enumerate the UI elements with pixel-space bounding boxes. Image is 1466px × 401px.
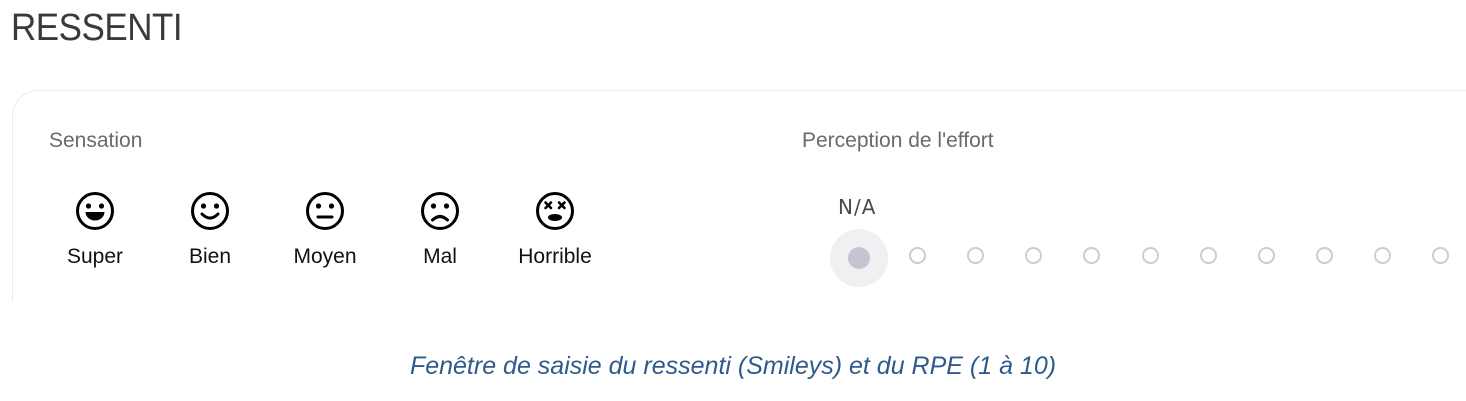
grin-face-icon <box>76 192 114 230</box>
dizzy-face-icon <box>536 192 574 230</box>
rpe-option-na[interactable] <box>830 229 888 287</box>
rpe-option-4[interactable] <box>1083 247 1100 264</box>
mood-moyen-button[interactable]: Moyen <box>270 190 380 270</box>
mood-label: Super <box>66 245 124 268</box>
frown-face-icon <box>421 192 459 230</box>
rpe-na-label: N/A <box>838 195 877 219</box>
rpe-option-6[interactable] <box>1200 247 1217 264</box>
mood-label: Mal <box>423 245 457 268</box>
rpe-option-9[interactable] <box>1374 247 1391 264</box>
selected-dot <box>848 247 870 269</box>
effort-label: Perception de l'effort <box>802 129 994 152</box>
mood-super-button[interactable]: Super <box>40 190 150 270</box>
mood-horrible-button[interactable]: Horrible <box>500 190 610 270</box>
mood-label: Horrible <box>518 245 592 268</box>
mood-mal-button[interactable]: Mal <box>385 190 495 270</box>
neutral-face-icon <box>306 192 344 230</box>
rpe-option-3[interactable] <box>1025 247 1042 264</box>
rpe-option-2[interactable] <box>967 247 984 264</box>
mood-label: Moyen <box>293 245 357 268</box>
rpe-option-1[interactable] <box>909 247 926 264</box>
rpe-option-5[interactable] <box>1142 247 1159 264</box>
sensation-label: Sensation <box>49 129 143 152</box>
smile-face-icon <box>191 192 229 230</box>
figure-caption: Fenêtre de saisie du ressenti (Smileys) … <box>409 352 1057 380</box>
rpe-option-7[interactable] <box>1258 247 1275 264</box>
mood-label: Bien <box>188 245 232 268</box>
page-title: RESSENTI <box>11 7 183 49</box>
rpe-option-8[interactable] <box>1316 247 1333 264</box>
mood-bien-button[interactable]: Bien <box>155 190 265 270</box>
rpe-option-10[interactable] <box>1432 247 1449 264</box>
